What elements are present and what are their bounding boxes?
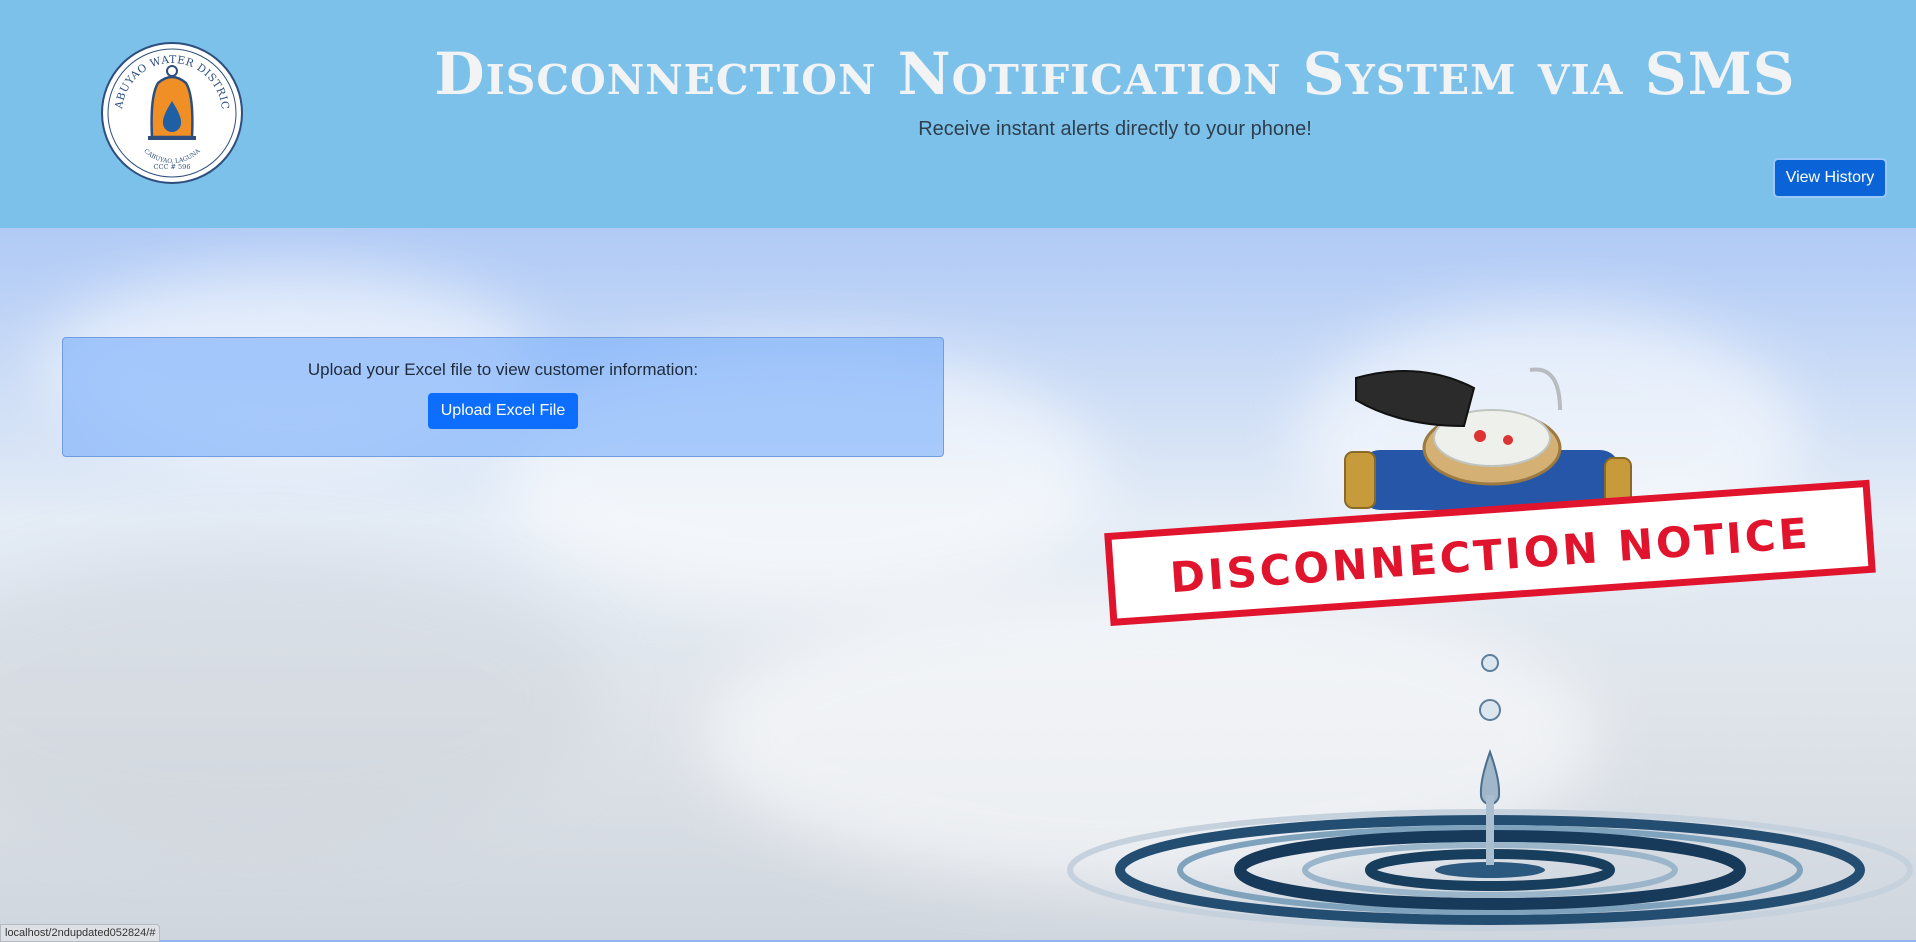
upload-prompt: Upload your Excel file to view customer … <box>307 360 699 379</box>
upload-panel: Upload your Excel file to view customer … <box>62 337 944 457</box>
cabuyao-water-district-logo: CABUYAO WATER DISTRICT CABUYAO, LAGUNA C… <box>100 41 243 184</box>
upload-excel-button[interactable]: Upload Excel File <box>427 393 579 429</box>
page-title: Disconnection Notification System via SM… <box>434 40 1796 108</box>
view-history-button[interactable]: View History <box>1773 158 1887 198</box>
browser-status-url: localhost/2ndupdated052824/# <box>0 924 161 942</box>
header-bar: CABUYAO WATER DISTRICT CABUYAO, LAGUNA C… <box>0 0 1916 228</box>
page-subtitle: Receive instant alerts directly to your … <box>918 118 1312 140</box>
logo-ccc-text: CCC # 596 <box>154 163 191 171</box>
disconnection-illustration: DISCONNECTION NOTICE <box>1067 367 1913 931</box>
water-meter-icon <box>1344 367 1632 510</box>
